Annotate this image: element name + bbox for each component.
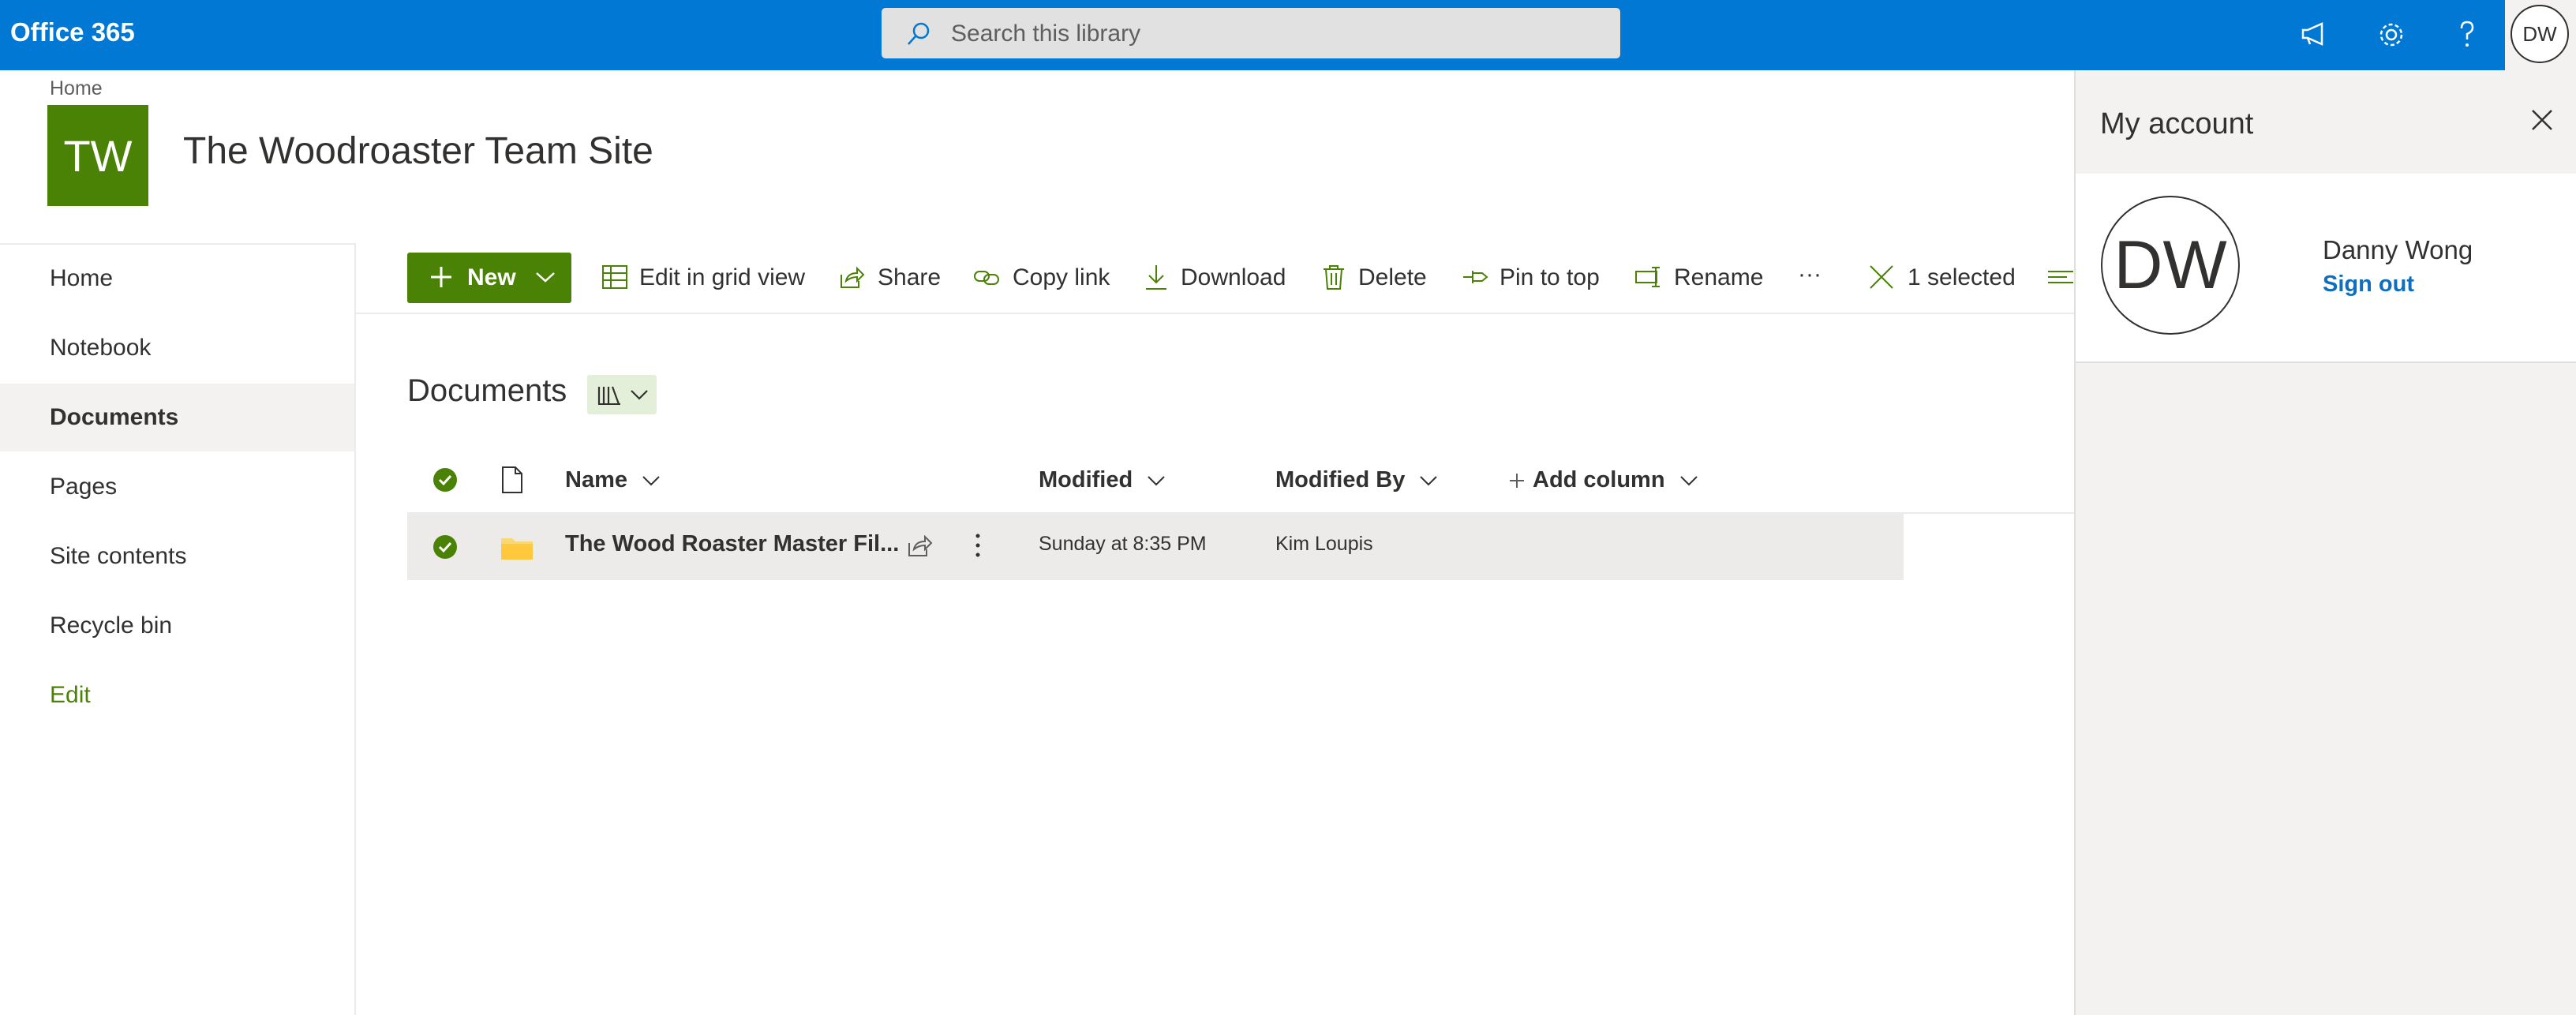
- more-vertical-icon[interactable]: [972, 532, 983, 559]
- row-checkbox[interactable]: [432, 534, 458, 560]
- copy-link-button[interactable]: Copy link: [973, 261, 1111, 294]
- more-icon: ···: [1798, 261, 1822, 287]
- search-icon: [905, 21, 932, 47]
- folder-icon: [500, 535, 534, 560]
- account-user-name: Danny Wong: [2323, 235, 2473, 264]
- share-icon: [841, 266, 865, 288]
- edit-grid-view-button[interactable]: Edit in grid view: [601, 261, 807, 294]
- megaphone-icon[interactable]: [2298, 17, 2333, 52]
- share-button[interactable]: Share: [838, 261, 941, 294]
- download-icon: [1146, 265, 1166, 290]
- download-button[interactable]: Download: [1143, 261, 1286, 294]
- sidebar-item-pages[interactable]: Pages: [0, 453, 354, 521]
- chevron-down-icon: [1148, 476, 1165, 486]
- plus-icon: [1510, 474, 1524, 489]
- pin-icon: [1463, 271, 1488, 283]
- share-label: Share: [878, 264, 942, 290]
- column-name-label: Name: [565, 467, 627, 493]
- link-icon: [974, 271, 999, 285]
- select-all-checkbox[interactable]: [432, 467, 458, 493]
- library-icon: [597, 385, 622, 406]
- selected-count: 1 selected: [1908, 264, 2016, 290]
- close-icon[interactable]: [2529, 107, 2555, 133]
- row-modified-by[interactable]: Kim Loupis: [1275, 533, 1373, 556]
- file-type-icon[interactable]: [500, 466, 524, 494]
- sidebar-item-notebook[interactable]: Notebook: [0, 314, 354, 382]
- sidebar-item-recycle-bin[interactable]: Recycle bin: [0, 592, 354, 660]
- delete-button[interactable]: Delete: [1320, 261, 1431, 294]
- sidebar-item-site-contents[interactable]: Site contents: [0, 522, 354, 590]
- row-modified: Sunday at 8:35 PM: [1039, 533, 1207, 555]
- column-header-modified[interactable]: Modified: [1039, 467, 1166, 493]
- view-options-button[interactable]: [2046, 261, 2073, 294]
- new-button-label: New: [467, 264, 516, 290]
- breadcrumb[interactable]: Home: [50, 77, 103, 100]
- account-button[interactable]: DW: [2505, 0, 2576, 70]
- column-modified-by-label: Modified By: [1275, 467, 1406, 493]
- new-button[interactable]: New: [407, 253, 571, 303]
- app-brand[interactable]: Office 365: [10, 17, 135, 47]
- library-view-button[interactable]: [587, 375, 657, 414]
- add-column-button[interactable]: Add column: [1509, 467, 1698, 493]
- rename-label: Rename: [1674, 264, 1764, 290]
- sidebar-item-documents[interactable]: Documents: [0, 384, 354, 451]
- chevron-down-icon: [1679, 476, 1698, 486]
- grid-icon: [602, 265, 627, 289]
- account-avatar: DW: [2101, 196, 2240, 335]
- share-icon[interactable]: [906, 532, 933, 559]
- column-modified-label: Modified: [1039, 467, 1133, 493]
- chevron-down-icon: [630, 388, 649, 401]
- trash-icon: [1324, 265, 1344, 290]
- library-title: Documents: [407, 373, 567, 408]
- sidebar-item-home[interactable]: Home: [0, 245, 354, 313]
- rename-button[interactable]: Rename: [1634, 261, 1764, 294]
- row-name[interactable]: The Wood Roaster Master Fil...: [565, 531, 899, 557]
- more-actions-button[interactable]: ···: [1798, 261, 1829, 294]
- plus-icon: [429, 265, 453, 289]
- add-column-label: Add column: [1533, 467, 1665, 493]
- help-icon[interactable]: [2450, 17, 2484, 52]
- search-box[interactable]: Search this library: [882, 8, 1620, 58]
- search-input[interactable]: Search this library: [951, 21, 1140, 47]
- pin-to-top-label: Pin to top: [1500, 264, 1600, 290]
- selection-status[interactable]: 1 selected: [1868, 261, 2018, 294]
- sign-out-link[interactable]: Sign out: [2323, 272, 2414, 298]
- avatar: DW: [2510, 5, 2569, 63]
- download-label: Download: [1181, 264, 1286, 290]
- chevron-down-icon: [642, 476, 660, 486]
- close-icon: [1870, 265, 1893, 289]
- page-title[interactable]: The Woodroaster Team Site: [183, 129, 653, 173]
- edit-grid-view-label: Edit in grid view: [639, 264, 806, 290]
- gear-icon[interactable]: [2374, 17, 2409, 52]
- site-logo[interactable]: TW: [47, 105, 148, 206]
- delete-label: Delete: [1358, 264, 1427, 290]
- copy-link-label: Copy link: [1013, 264, 1110, 290]
- pin-to-top-button[interactable]: Pin to top: [1462, 261, 1604, 294]
- column-header-name[interactable]: Name: [565, 467, 661, 493]
- chevron-down-icon: [1420, 476, 1438, 486]
- chevron-down-icon: [535, 270, 556, 284]
- sidebar-edit-link[interactable]: Edit: [0, 661, 354, 729]
- panel-title: My account: [2100, 107, 2254, 140]
- column-header-modified-by[interactable]: Modified By: [1275, 467, 1438, 493]
- rename-icon: [1635, 267, 1660, 287]
- list-icon: [2048, 271, 2073, 283]
